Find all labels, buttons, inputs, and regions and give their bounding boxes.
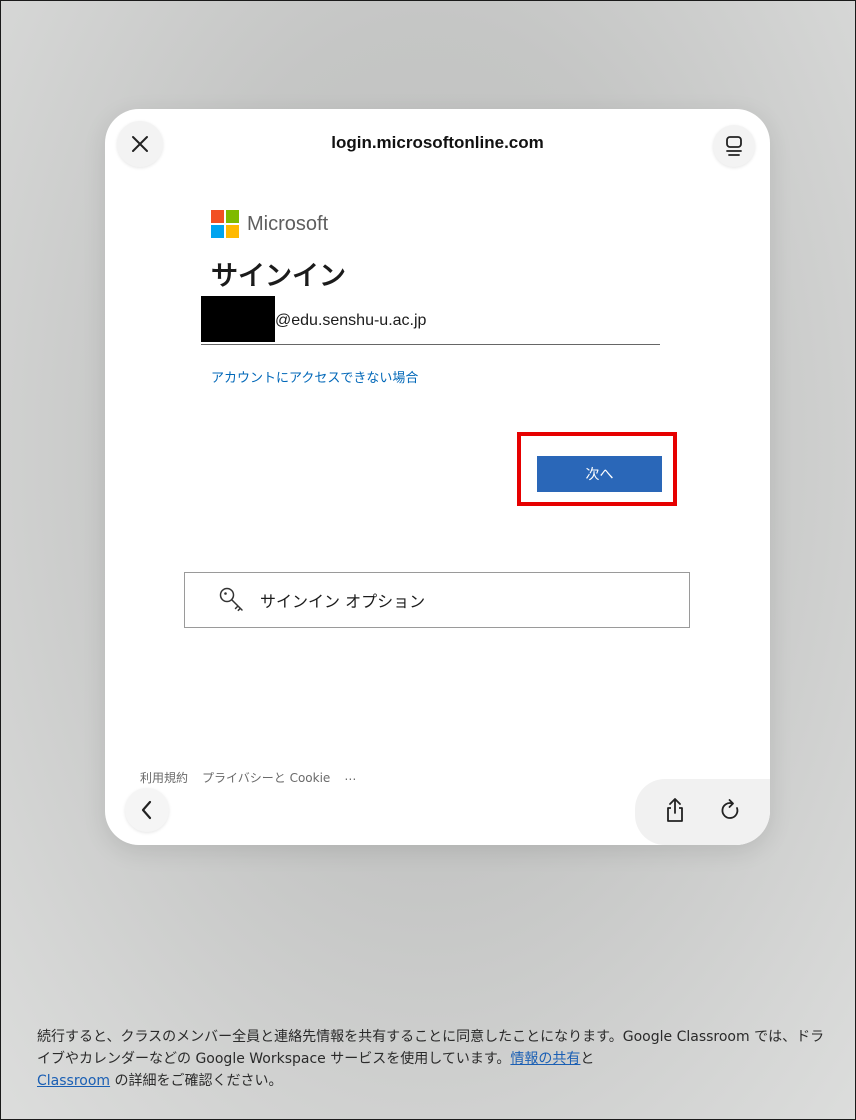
key-icon xyxy=(218,586,246,614)
reload-icon xyxy=(721,799,739,819)
consent-notice: 続行すると、クラスのメンバー全員と連絡先情報を共有することに同意したことになりま… xyxy=(37,1026,837,1092)
tab-overview-button[interactable] xyxy=(713,125,755,167)
consent-text-2: と xyxy=(580,1051,595,1067)
email-value: @edu.senshu-u.ac.jp xyxy=(275,312,427,329)
privacy-link[interactable]: プライバシーと Cookie xyxy=(202,769,330,786)
classroom-link[interactable]: Classroom xyxy=(37,1073,110,1089)
more-link[interactable]: … xyxy=(344,769,356,786)
signin-title: サインイン xyxy=(211,261,346,292)
signin-options-label: サインイン オプション xyxy=(260,592,426,611)
close-icon xyxy=(132,136,148,152)
back-button[interactable] xyxy=(125,788,169,832)
consent-text-3: の詳細をご確認ください。 xyxy=(110,1073,283,1089)
share-button[interactable] xyxy=(653,788,697,832)
info-sharing-link[interactable]: 情報の共有 xyxy=(510,1051,580,1067)
microsoft-logo-icon xyxy=(211,210,239,238)
next-button[interactable]: 次へ xyxy=(537,456,662,492)
microsoft-logo: Microsoft xyxy=(211,210,328,238)
consent-text-1: 続行すると、クラスのメンバー全員と連絡先情報を共有することに同意したことになりま… xyxy=(37,1029,825,1067)
tab-overview-icon xyxy=(726,136,742,156)
footer-links: 利用規約 プライバシーと Cookie … xyxy=(140,769,356,786)
browser-sheet: login.microsoftonline.com Microsoft サインイ… xyxy=(105,109,770,845)
url-bar[interactable]: login.microsoftonline.com xyxy=(265,133,610,153)
chevron-left-icon xyxy=(141,800,152,820)
terms-link[interactable]: 利用規約 xyxy=(140,769,188,786)
cant-access-link[interactable]: アカウントにアクセスできない場合 xyxy=(211,367,418,386)
close-button[interactable] xyxy=(117,121,163,167)
redaction-block xyxy=(201,296,275,342)
reload-button[interactable] xyxy=(709,788,753,832)
email-field[interactable]: @edu.senshu-u.ac.jp xyxy=(201,296,660,345)
screen-frame: login.microsoftonline.com Microsoft サインイ… xyxy=(0,0,856,1120)
share-icon xyxy=(667,798,683,822)
signin-options-button[interactable]: サインイン オプション xyxy=(184,572,690,628)
microsoft-wordmark: Microsoft xyxy=(247,212,329,235)
